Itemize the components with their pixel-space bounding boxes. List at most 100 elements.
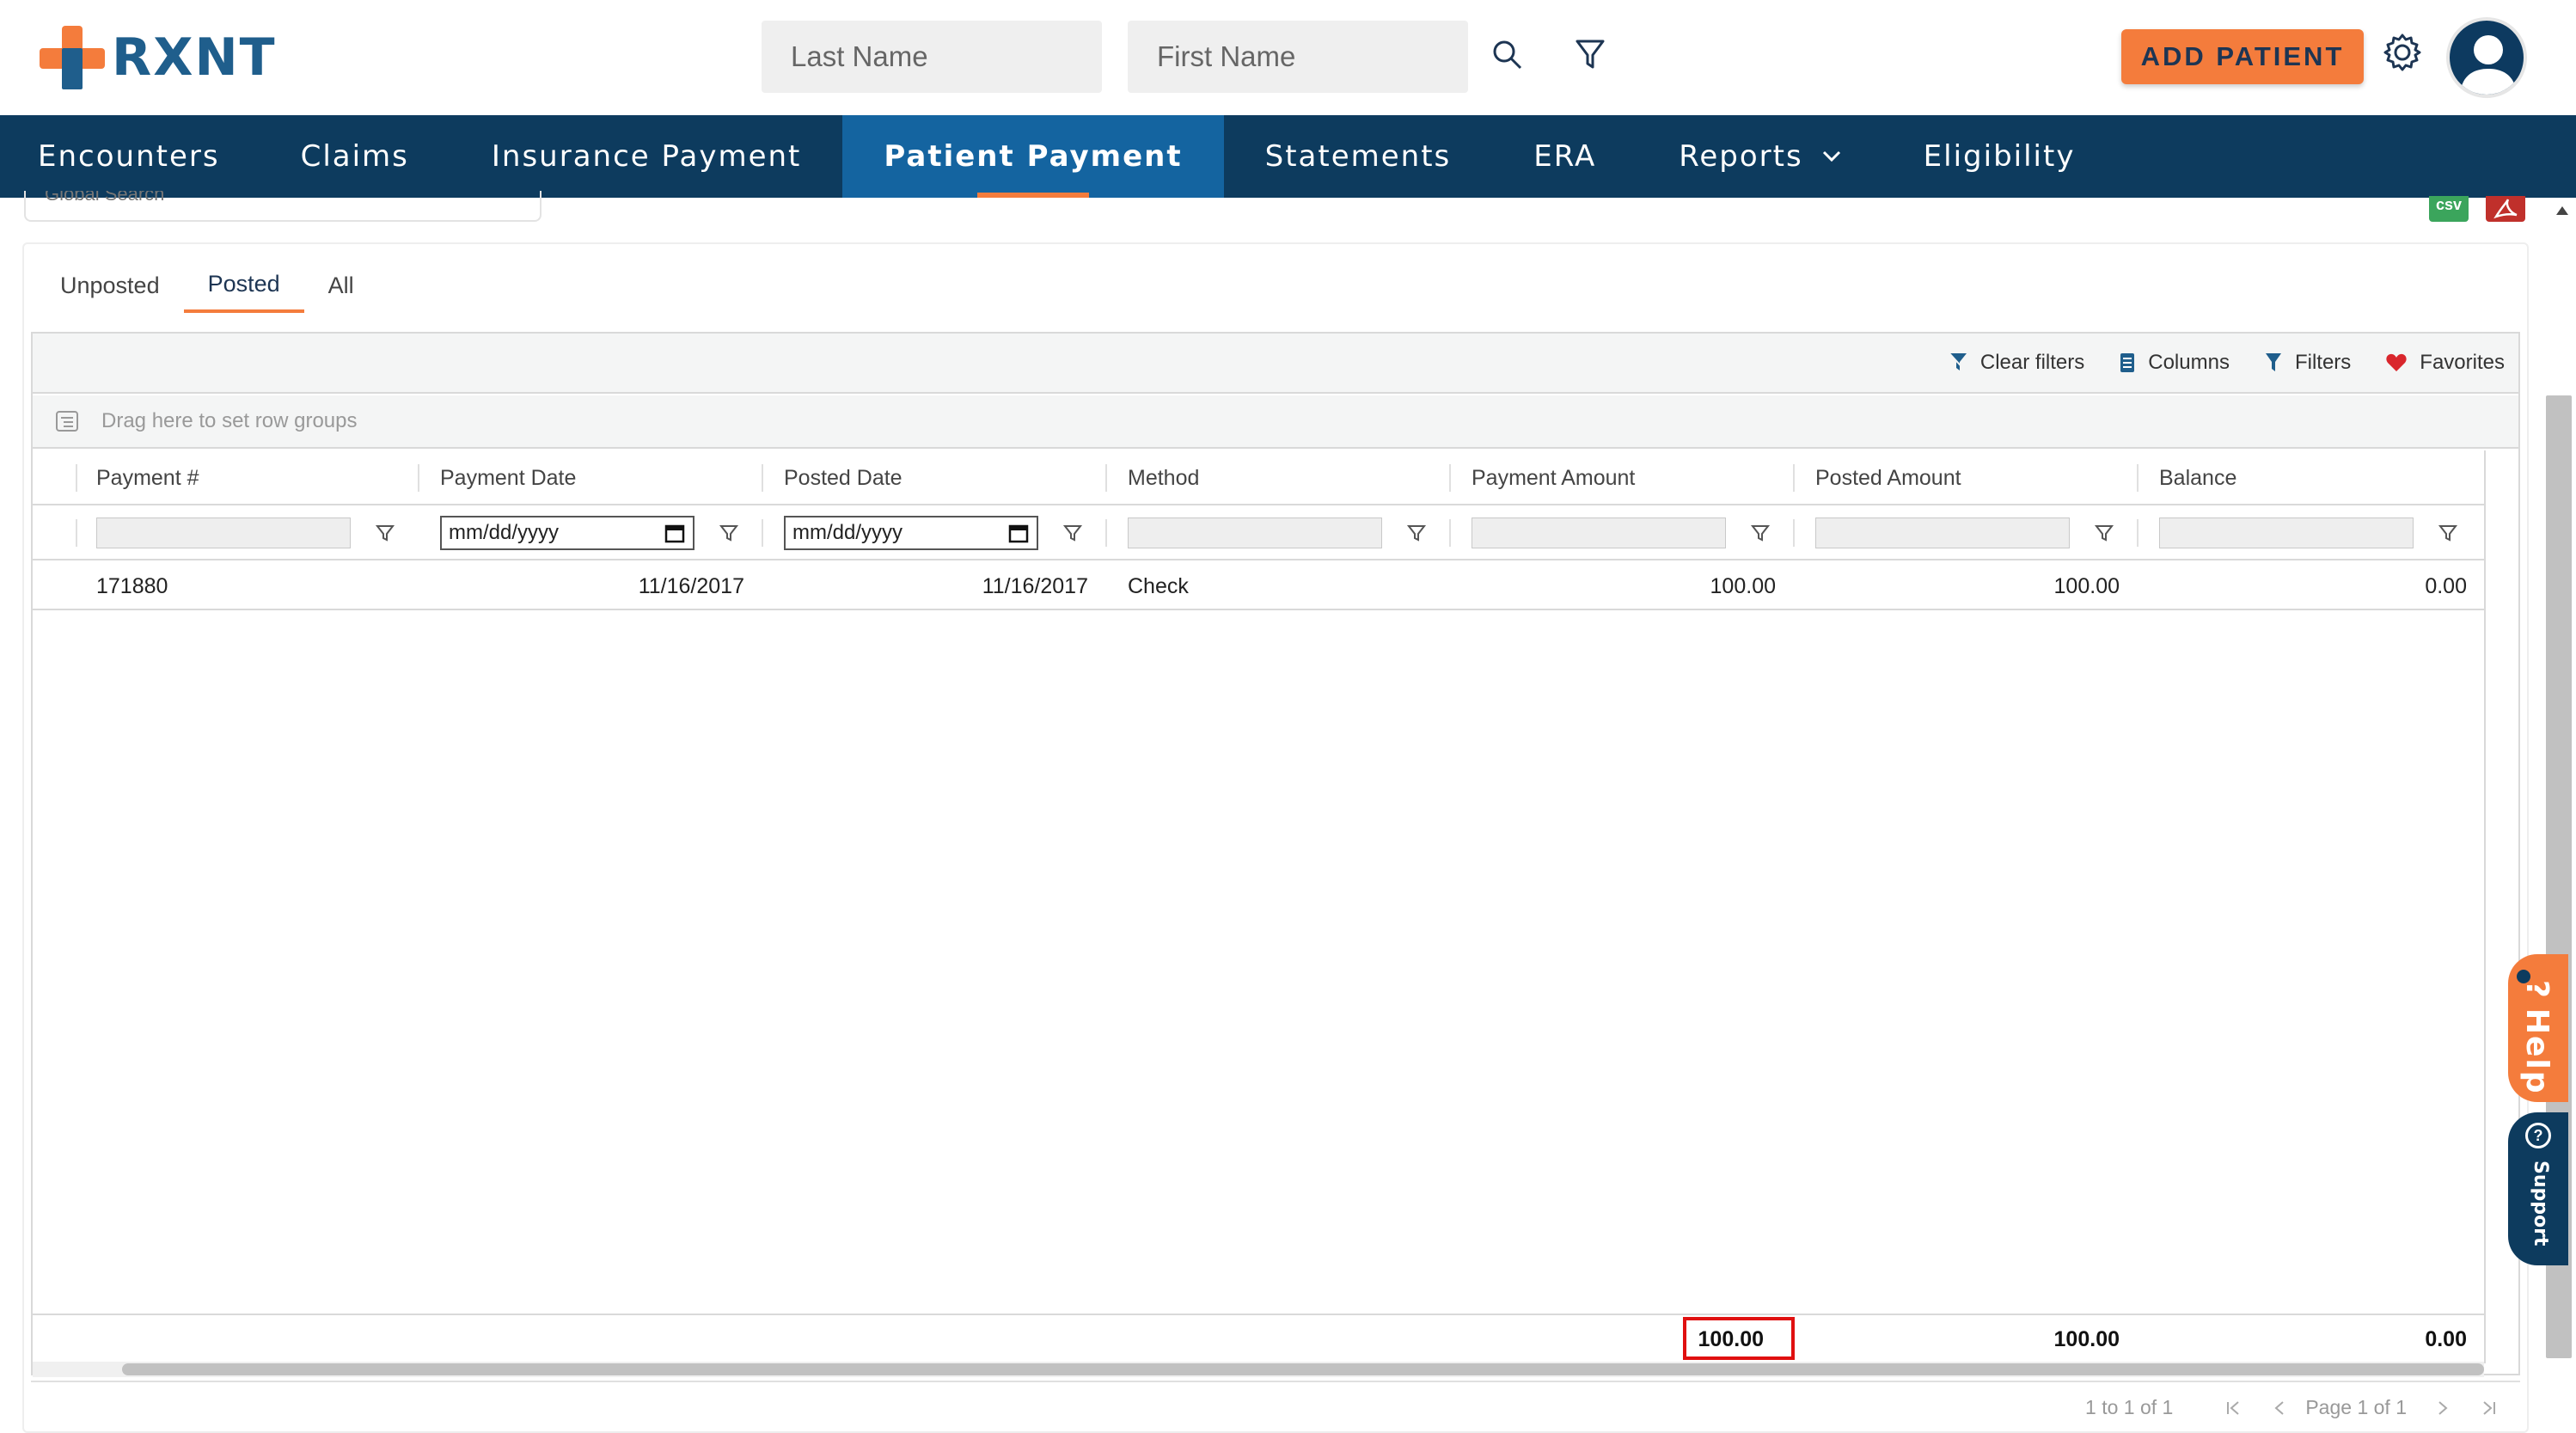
next-page-icon[interactable] — [2436, 1399, 2450, 1417]
nav-claims[interactable]: Claims — [260, 115, 449, 198]
nav-label: Encounters — [38, 139, 220, 174]
last-name-input[interactable] — [762, 21, 1102, 93]
favorites-label: Favorites — [2420, 351, 2505, 374]
tab-label: Posted — [207, 270, 280, 297]
favorites-button[interactable]: Favorites — [2385, 351, 2505, 375]
filter-icon[interactable] — [1406, 523, 1427, 543]
filter-icon[interactable] — [1566, 31, 1614, 79]
filter-icon[interactable] — [375, 523, 395, 543]
col-header-method[interactable]: Method — [1128, 450, 1199, 505]
filter-icon[interactable] — [719, 523, 739, 543]
add-patient-button[interactable]: ADD PATIENT — [2121, 29, 2364, 84]
totals-row: 100.00 100.00 0.00 — [33, 1314, 2484, 1362]
global-search-input[interactable]: Global Search — [24, 191, 542, 222]
nav-eligibility[interactable]: Eligibility — [1882, 115, 2117, 198]
help-question-icon: ? — [2519, 980, 2555, 1000]
page-indicator: Page 1 of 1 — [2305, 1396, 2407, 1418]
calendar-icon[interactable] — [1007, 522, 1030, 544]
chevron-down-icon — [1822, 150, 1840, 162]
clear-filter-icon — [1949, 352, 1967, 373]
col-header-balance[interactable]: Balance — [2159, 450, 2236, 505]
tab-label: Unposted — [60, 272, 160, 298]
pager-summary: 1 to 1 of 1 — [2085, 1396, 2174, 1418]
last-page-icon[interactable] — [2479, 1399, 2498, 1417]
posted-amount-filter-input[interactable] — [1815, 517, 2070, 548]
top-header: RXNT ADD PATIENT — [0, 0, 2576, 115]
search-icon[interactable] — [1484, 31, 1532, 79]
method-filter-input[interactable] — [1128, 517, 1382, 548]
columns-button[interactable]: Columns — [2119, 351, 2230, 375]
filters-button[interactable]: Filters — [2264, 351, 2351, 375]
nav-label: Statements — [1264, 139, 1452, 174]
first-page-icon[interactable] — [2224, 1399, 2243, 1417]
posted-date-filter-input[interactable]: mm/dd/yyyy — [784, 516, 1038, 550]
cell-payment-amount: 100.00 — [1710, 573, 1776, 598]
grid-pager: 1 to 1 of 1 Page 1 of 1 — [31, 1381, 2520, 1433]
columns-icon — [2120, 353, 2135, 372]
question-circle-icon: ? — [2525, 1123, 2551, 1148]
gear-icon[interactable] — [2381, 31, 2424, 74]
filter-icon[interactable] — [2438, 523, 2458, 543]
payment-no-filter-input[interactable] — [96, 517, 351, 548]
total-posted-amount: 100.00 — [2053, 1326, 2120, 1351]
payments-grid: Clear filters Columns Filters Favorites … — [31, 332, 2520, 1377]
first-name-input[interactable] — [1128, 21, 1468, 93]
nav-label: Claims — [300, 139, 409, 174]
col-header-payment-amount[interactable]: Payment Amount — [1472, 450, 1635, 505]
prev-page-icon[interactable] — [2273, 1399, 2286, 1417]
payment-amount-filter-input[interactable] — [1472, 517, 1726, 548]
col-header-payment-no[interactable]: Payment # — [96, 450, 199, 505]
filters-label: Filters — [2294, 351, 2352, 374]
balance-filter-input[interactable] — [2159, 517, 2414, 548]
nav-label: ERA — [1533, 139, 1597, 174]
nav-encounters[interactable]: Encounters — [0, 115, 260, 198]
filter-icon[interactable] — [1062, 523, 1083, 543]
cell-balance: 0.00 — [2425, 573, 2467, 598]
cell-payment-no: 171880 — [96, 573, 168, 598]
payment-tabs: Unposted Posted All — [36, 258, 378, 318]
scroll-up-arrow-icon[interactable] — [2556, 206, 2568, 215]
nav-statements[interactable]: Statements — [1224, 115, 1493, 198]
rxnt-logo[interactable]: RXNT — [40, 26, 277, 89]
tab-label: All — [327, 272, 354, 298]
main-nav: Encounters Claims Insurance Payment Pati… — [0, 115, 2576, 198]
support-label: Support — [2530, 1160, 2551, 1246]
help-label: ? Help — [2519, 980, 2555, 1095]
row-groups-icon — [56, 411, 78, 432]
tab-all[interactable]: All — [304, 258, 378, 313]
nav-insurance-payment[interactable]: Insurance Payment — [449, 115, 842, 198]
help-text: Help — [2519, 1007, 2555, 1095]
user-avatar-icon[interactable] — [2446, 17, 2527, 98]
cell-posted-date: 11/16/2017 — [982, 573, 1088, 598]
nav-era[interactable]: ERA — [1492, 115, 1637, 198]
grid-filter-row: mm/dd/yyyy mm/dd/yyyy — [33, 505, 2484, 560]
logo-text: RXNT — [112, 28, 277, 88]
col-header-posted-date[interactable]: Posted Date — [784, 450, 903, 505]
csv-export-icon[interactable]: csv — [2429, 196, 2469, 222]
clear-filters-button[interactable]: Clear filters — [1948, 351, 2084, 375]
horizontal-scroll-thumb[interactable] — [122, 1363, 2484, 1375]
row-group-panel[interactable]: Drag here to set row groups — [33, 395, 2518, 449]
col-header-payment-date[interactable]: Payment Date — [440, 450, 576, 505]
col-header-posted-amount[interactable]: Posted Amount — [1815, 450, 1961, 505]
payment-date-filter-input[interactable]: mm/dd/yyyy — [440, 516, 694, 550]
calendar-icon[interactable] — [664, 522, 686, 544]
grid-header-row: Payment # Payment Date Posted Date Metho… — [33, 450, 2484, 505]
filter-icon[interactable] — [2094, 523, 2114, 543]
table-row[interactable]: 171880 11/16/2017 11/16/2017 Check 100.0… — [33, 562, 2484, 610]
horizontal-scrollbar[interactable] — [33, 1362, 2484, 1377]
columns-label: Columns — [2148, 351, 2230, 374]
total-balance: 0.00 — [2425, 1326, 2467, 1351]
pdf-export-icon[interactable] — [2486, 196, 2525, 222]
filter-icon[interactable] — [1750, 523, 1771, 543]
nav-label: Eligibility — [1923, 139, 2076, 174]
cell-method: Check — [1128, 573, 1189, 598]
nav-label: Patient Payment — [884, 139, 1183, 174]
heart-icon — [2386, 353, 2407, 371]
tab-posted[interactable]: Posted — [183, 258, 304, 313]
logo-cross-icon — [40, 26, 105, 89]
nav-reports[interactable]: Reports — [1637, 115, 1882, 198]
nav-patient-payment[interactable]: Patient Payment — [842, 115, 1224, 198]
tab-unposted[interactable]: Unposted — [36, 258, 184, 313]
cell-payment-date: 11/16/2017 — [638, 573, 744, 598]
